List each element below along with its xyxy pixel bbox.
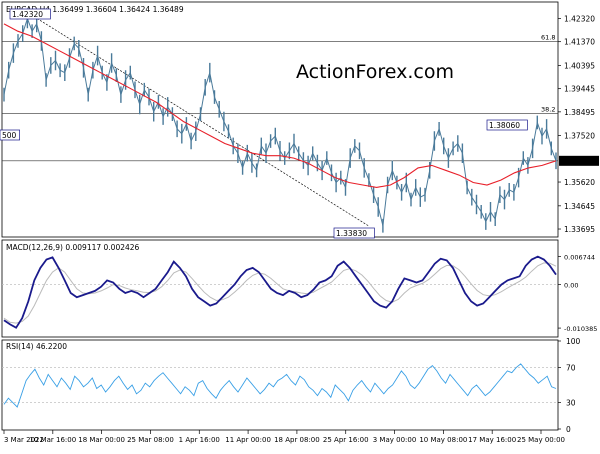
macd-tick-label: 0.00	[564, 282, 578, 290]
rsi-tick-label: 30	[566, 399, 576, 408]
price-tick-label: 1.33695	[564, 225, 595, 234]
price-layer: 61.8 38.2 1.42320 1.33830 1.38060 500	[0, 8, 558, 239]
price-tick-label: 1.35620	[564, 178, 595, 187]
price-tick-label: 1.37520	[564, 132, 595, 141]
time-tick-label: 10 Mar 16:00	[29, 436, 76, 444]
price-tick-label: 1.34645	[564, 202, 595, 211]
time-tick-label: 11 Apr 00:00	[225, 436, 271, 444]
low-label: 1.33830	[336, 229, 367, 238]
time-tick-label: 10 May 08:00	[419, 436, 467, 444]
current-price-label: 1.36489	[562, 157, 593, 166]
left-edge-label: 500	[2, 131, 17, 140]
time-tick-label: 1 Apr 16:00	[179, 436, 220, 444]
time-tick-label: 18 Mar 00:00	[78, 436, 125, 444]
macd-title: MACD(12,26,9) 0.009117 0.002426	[6, 243, 140, 252]
fib-label: 61.8	[541, 34, 555, 42]
macd-panel-frame	[1, 239, 559, 338]
macd-layer	[2, 255, 558, 329]
rsi-tick-label: 100	[566, 337, 581, 346]
eurcad-chart: ActionForex.com EURCAD,H4 1.36499 1.3660…	[0, 0, 600, 450]
rsi-tick-label: 70	[566, 363, 576, 372]
price-tick-label: 1.41370	[564, 38, 595, 47]
watermark: ActionForex.com	[296, 61, 454, 83]
rsi-line	[3, 363, 557, 408]
chart-svg: ActionForex.com EURCAD,H4 1.36499 1.3660…	[0, 1, 599, 444]
time-tick-label: 3 May 00:00	[373, 436, 417, 444]
macd-tick-label: -0.010385	[564, 325, 597, 333]
trendline	[36, 18, 369, 227]
time-tick-label: 25 Mar 08:00	[127, 436, 174, 444]
price-tick-label: 1.38495	[564, 108, 595, 117]
macd-line	[3, 255, 557, 329]
rsi-tick-label: 0	[566, 425, 571, 434]
moving-average-line	[3, 23, 557, 188]
time-tick-label: 25 Apr 16:00	[323, 436, 369, 444]
rsi-layer	[2, 363, 558, 408]
swing-high-label: 1.38060	[489, 121, 520, 130]
high-label: 1.42320	[12, 10, 43, 19]
price-line	[3, 16, 557, 226]
rsi-title: RSI(14) 46.2200	[6, 342, 67, 351]
price-tick-label: 1.40395	[564, 61, 595, 70]
time-tick-label: 18 Apr 08:00	[274, 436, 320, 444]
time-tick-label: 25 May 00:00	[517, 436, 565, 444]
price-tick-label: 1.39445	[564, 85, 595, 94]
fib-label: 38.2	[541, 106, 555, 114]
time-tick-label: 17 May 16:00	[468, 436, 516, 444]
macd-tick-label: 0.006744	[564, 253, 595, 261]
price-tick-label: 1.42320	[564, 14, 595, 23]
